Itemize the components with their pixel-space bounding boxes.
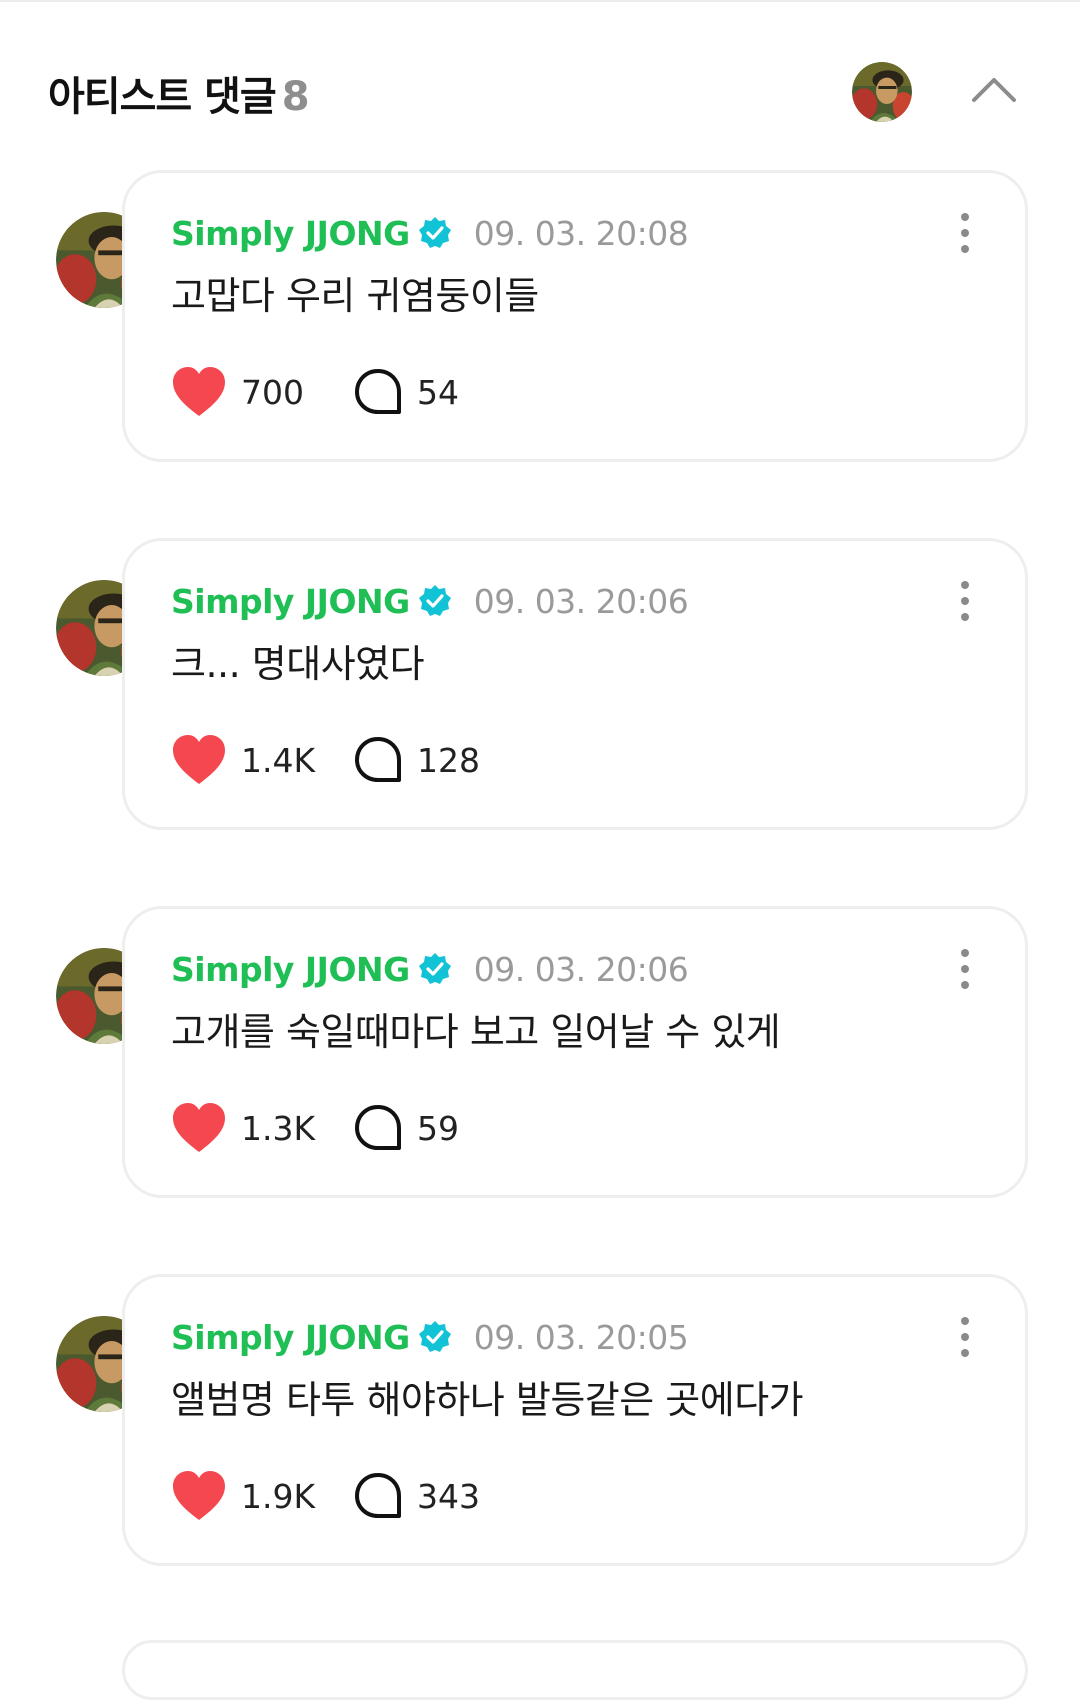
comment-text: 크... 명대사였다 <box>171 642 425 686</box>
author-name[interactable]: Simply JJONG <box>171 582 410 621</box>
more-options-button[interactable] <box>955 577 975 625</box>
reply-count: 343 <box>417 1476 480 1516</box>
comment-item: Simply JJONG 09. 03. 20:06 고개를 숙일때마다 보고 … <box>0 906 1080 1206</box>
chevron-up-icon <box>972 78 1016 102</box>
like-count: 1.9K <box>241 1476 316 1516</box>
more-options-button[interactable] <box>955 209 975 257</box>
author-row: Simply JJONG 09. 03. 20:06 <box>171 947 689 991</box>
comment-item: Simply JJONG 09. 03. 20:06 크... 명대사였다 1.… <box>0 538 1080 838</box>
reply-button[interactable]: 54 <box>353 365 459 419</box>
reply-button[interactable]: 128 <box>353 733 480 787</box>
speech-bubble-icon <box>355 1105 401 1150</box>
comment-bubble: Simply JJONG 09. 03. 20:08 고맙다 우리 귀염둥이들 … <box>122 170 1028 462</box>
heart-icon <box>173 1103 225 1152</box>
reply-button[interactable]: 59 <box>353 1101 459 1155</box>
more-vertical-icon <box>955 949 975 989</box>
like-button[interactable]: 1.4K <box>171 733 353 787</box>
comment-actions: 1.3K 59 <box>171 1101 459 1155</box>
verified-badge-icon <box>418 953 451 984</box>
reply-count: 128 <box>417 740 480 780</box>
more-options-button[interactable] <box>955 945 975 993</box>
author-row: Simply JJONG 09. 03. 20:06 <box>171 579 689 623</box>
author-name[interactable]: Simply JJONG <box>171 1318 410 1357</box>
comment-actions: 1.9K 343 <box>171 1469 480 1523</box>
comment-item: Simply JJONG 09. 03. 20:08 고맙다 우리 귀염둥이들 … <box>0 170 1080 470</box>
artist-comments-header: 아티스트 댓글 8 <box>0 0 1080 170</box>
comment-actions: 700 54 <box>171 365 459 419</box>
timestamp: 09. 03. 20:06 <box>473 581 689 621</box>
verified-badge-icon <box>418 585 451 616</box>
like-count: 1.3K <box>241 1108 316 1148</box>
like-button[interactable]: 700 <box>171 365 353 419</box>
artist-avatar[interactable] <box>852 62 912 122</box>
like-count: 700 <box>241 372 304 412</box>
verified-badge-icon <box>418 217 451 248</box>
heart-icon <box>173 367 225 416</box>
reply-button[interactable]: 343 <box>353 1469 480 1523</box>
comment-bubble: Simply JJONG 09. 03. 20:06 고개를 숙일때마다 보고 … <box>122 906 1028 1198</box>
author-name[interactable]: Simply JJONG <box>171 214 410 253</box>
timestamp: 09. 03. 20:08 <box>473 213 689 253</box>
speech-bubble-icon <box>355 737 401 782</box>
comment-count: 8 <box>281 74 310 120</box>
author-row: Simply JJONG 09. 03. 20:05 <box>171 1315 689 1359</box>
heart-icon <box>173 735 225 784</box>
more-vertical-icon <box>955 1317 975 1357</box>
comment-item: Simply JJONG 09. 03. 20:05 앨범명 타투 해야하나 발… <box>0 1274 1080 1574</box>
more-vertical-icon <box>955 213 975 253</box>
like-button[interactable]: 1.3K <box>171 1101 353 1155</box>
section-title: 아티스트 댓글 8 <box>48 64 310 122</box>
comment-text: 고맙다 우리 귀염둥이들 <box>171 274 539 318</box>
section-title-label: 아티스트 댓글 <box>48 74 277 120</box>
speech-bubble-icon <box>355 1473 401 1518</box>
like-count: 1.4K <box>241 740 316 780</box>
comment-text: 고개를 숙일때마다 보고 일어날 수 있게 <box>171 1010 781 1054</box>
collapse-button[interactable] <box>968 68 1020 112</box>
next-comment-bubble-partial <box>122 1640 1028 1700</box>
speech-bubble-icon <box>355 369 401 414</box>
more-options-button[interactable] <box>955 1313 975 1361</box>
timestamp: 09. 03. 20:05 <box>473 1317 689 1357</box>
author-name[interactable]: Simply JJONG <box>171 950 410 989</box>
heart-icon <box>173 1471 225 1520</box>
comment-bubble: Simply JJONG 09. 03. 20:06 크... 명대사였다 1.… <box>122 538 1028 830</box>
comment-text: 앨범명 타투 해야하나 발등같은 곳에다가 <box>171 1378 804 1422</box>
timestamp: 09. 03. 20:06 <box>473 949 689 989</box>
reply-count: 59 <box>417 1108 459 1148</box>
reply-count: 54 <box>417 372 459 412</box>
comment-bubble: Simply JJONG 09. 03. 20:05 앨범명 타투 해야하나 발… <box>122 1274 1028 1566</box>
comment-actions: 1.4K 128 <box>171 733 480 787</box>
verified-badge-icon <box>418 1321 451 1352</box>
more-vertical-icon <box>955 581 975 621</box>
like-button[interactable]: 1.9K <box>171 1469 353 1523</box>
author-row: Simply JJONG 09. 03. 20:08 <box>171 211 689 255</box>
